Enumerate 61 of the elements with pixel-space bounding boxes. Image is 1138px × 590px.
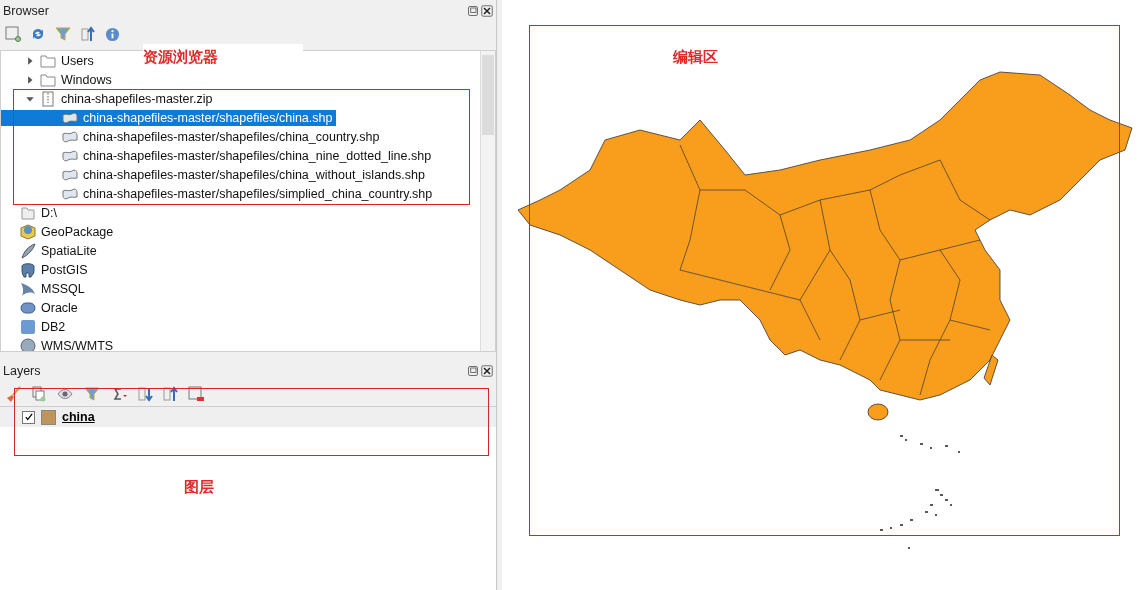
archive-icon (39, 91, 57, 107)
check-icon (23, 412, 34, 422)
polygon-icon (61, 186, 79, 202)
tree-item[interactable]: DB2 (1, 319, 70, 335)
tree-item[interactable]: WMS/WMTS (1, 338, 118, 351)
cube-icon (19, 224, 37, 240)
panel-title: Browser (3, 4, 49, 18)
expand-arrow-icon[interactable] (25, 56, 35, 66)
drive-icon (19, 205, 37, 221)
annotation-label: 图层 (184, 478, 214, 497)
tree-item[interactable]: china-shapefiles-master/shapefiles/simplied_china_country.shp (1, 186, 437, 202)
add-group-icon[interactable] (30, 386, 46, 402)
tree-item[interactable]: GeoPackage (1, 224, 118, 240)
tree-item[interactable]: Windows (1, 72, 116, 88)
tree-item[interactable]: MSSQL (1, 281, 89, 297)
remove-layer-icon[interactable] (188, 386, 204, 402)
tree-item[interactable]: SpatiaLite (1, 243, 101, 259)
filter-icon[interactable] (55, 26, 71, 42)
folder-icon (39, 72, 57, 88)
elephant-icon (19, 262, 37, 278)
checkbox[interactable] (22, 410, 35, 424)
move-down-icon[interactable] (138, 386, 154, 402)
filter-icon[interactable] (84, 386, 100, 402)
polygon-icon (61, 148, 79, 164)
annotation-label: 编辑区 (673, 48, 718, 67)
tree-item[interactable]: Oracle (1, 300, 82, 316)
tree-item[interactable]: china-shapefiles-master/shapefiles/china_country.shp (1, 129, 384, 145)
panel-title: Layers (3, 364, 41, 378)
database-icon (19, 300, 37, 316)
collapse-arrow-icon[interactable] (25, 94, 35, 104)
add-layer-icon[interactable] (5, 26, 21, 42)
folder-icon (39, 53, 57, 69)
float-icon[interactable] (467, 365, 479, 377)
database-icon (19, 319, 37, 335)
polygon-icon (61, 129, 79, 145)
expand-arrow-icon[interactable] (25, 75, 35, 85)
globe-icon (19, 338, 37, 351)
feather-icon (19, 243, 37, 259)
move-up-icon[interactable] (163, 386, 179, 402)
tree-item[interactable]: PostGIS (1, 262, 92, 278)
paint-brush-icon[interactable] (5, 386, 21, 402)
polygon-icon (61, 167, 79, 183)
symbol-swatch[interactable] (41, 409, 56, 425)
refresh-icon[interactable] (30, 26, 46, 42)
scrollbar[interactable] (480, 51, 495, 351)
info-icon[interactable] (105, 26, 120, 42)
annotation-label: 资源浏览器 (143, 48, 218, 67)
tree-item[interactable]: Users (1, 53, 98, 69)
tree-item[interactable]: china-shapefiles-master/shapefiles/china_nine_dotted_line.shp (1, 148, 436, 164)
sail-icon (19, 281, 37, 297)
polygon-icon (61, 110, 79, 126)
eye-icon[interactable] (55, 386, 75, 402)
collapse-icon[interactable] (80, 26, 96, 42)
tree-item[interactable]: china-shapefiles-master/shapefiles/china.shp (1, 110, 337, 126)
float-icon[interactable] (467, 5, 479, 17)
tree-item[interactable]: china-shapefiles-master/shapefiles/china_without_islands.shp (1, 167, 429, 183)
layer-name[interactable]: china (62, 410, 95, 424)
tree-item[interactable]: D:\ (1, 205, 61, 221)
close-icon[interactable] (481, 5, 493, 17)
close-icon[interactable] (481, 365, 493, 377)
tree-item[interactable]: china-shapefiles-master.zip (1, 91, 217, 107)
